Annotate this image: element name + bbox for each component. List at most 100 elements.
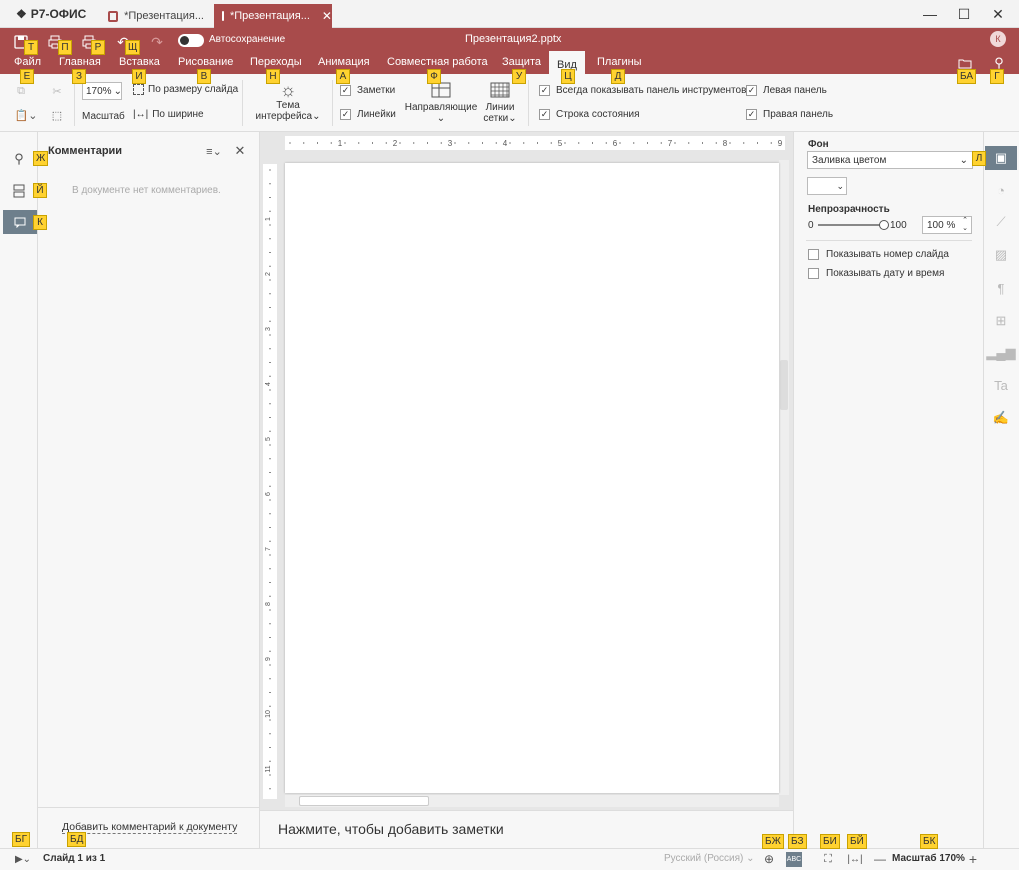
horizontal-scrollbar[interactable] bbox=[285, 795, 779, 807]
opacity-slider-thumb[interactable] bbox=[879, 220, 889, 230]
show-slide-number-checkbox[interactable]: Показывать номер слайда bbox=[808, 249, 949, 260]
tab-presentation-1[interactable]: *Презентация... bbox=[100, 4, 212, 28]
slides-icon[interactable] bbox=[10, 182, 28, 200]
language-select[interactable]: Русский (Россия) ⌄ bbox=[664, 853, 755, 864]
hotkey-badge: БИ bbox=[820, 834, 840, 849]
theme-button[interactable]: ☼ Тема интерфейса⌄ bbox=[250, 80, 326, 122]
ruler-tick-label: 11 bbox=[265, 765, 272, 772]
hotkey-badge: Н bbox=[266, 69, 280, 84]
paragraph-settings-icon[interactable]: ¶ bbox=[983, 276, 1019, 300]
fit-width-button[interactable]: |↔| По ширине bbox=[133, 109, 204, 120]
background-label: Фон bbox=[808, 139, 829, 150]
copy-icon[interactable]: ⧉ bbox=[12, 82, 30, 100]
status-bar-checkbox[interactable]: ✓ Строка состояния bbox=[539, 109, 640, 120]
hotkey-badge: Ц bbox=[561, 69, 575, 84]
opacity-max: 100 bbox=[890, 220, 907, 231]
zoom-in-icon[interactable]: + bbox=[966, 851, 980, 867]
maximize-button[interactable]: ☐ bbox=[947, 0, 981, 28]
notes-checkbox[interactable]: ✓ Заметки bbox=[340, 85, 395, 96]
fit-slide-icon bbox=[133, 84, 144, 95]
close-window-button[interactable]: ✕ bbox=[981, 0, 1015, 28]
menu-plugins[interactable]: Плагины bbox=[597, 56, 642, 68]
ruler-tick-label: 2 bbox=[265, 272, 272, 276]
hotkey-badge: Г bbox=[990, 69, 1004, 84]
menu-insert[interactable]: Вставка bbox=[119, 56, 160, 68]
slide-settings-icon[interactable]: ▣ bbox=[985, 146, 1017, 170]
slide[interactable] bbox=[285, 163, 779, 793]
rulers-checkbox[interactable]: ✓ Линейки bbox=[340, 109, 396, 120]
opacity-slider-track[interactable] bbox=[818, 220, 889, 230]
zoom-select[interactable]: 170% ⌄ bbox=[82, 82, 122, 100]
chart-settings-icon[interactable]: ⟋ bbox=[983, 210, 1019, 234]
cut-icon[interactable]: ✂ bbox=[48, 82, 66, 100]
check-icon: ✓ bbox=[539, 85, 550, 96]
close-tab-icon[interactable]: ✕ bbox=[322, 9, 332, 23]
avatar[interactable]: К bbox=[990, 31, 1006, 47]
menu-protection[interactable]: Защита bbox=[502, 56, 541, 68]
ruler-tick-label: 9 bbox=[265, 657, 272, 661]
vertical-ruler: 1 2 3 4 5 6 7 8 9 10 11 bbox=[263, 164, 277, 799]
comments-panel: Комментарии ≡⌄ ✕ В документе нет коммент… bbox=[38, 132, 260, 848]
hotkey-badge: БГ bbox=[12, 832, 30, 847]
sort-icon[interactable]: ≡⌄ bbox=[202, 143, 226, 159]
hotkey-badge: Ж bbox=[33, 151, 49, 166]
hotkey-badge: З bbox=[72, 69, 86, 84]
fill-select[interactable]: Заливка цветом ⌄ bbox=[807, 151, 973, 169]
color-picker[interactable]: ⌄ bbox=[807, 177, 847, 195]
always-show-toolbar-checkbox[interactable]: ✓ Всегда показывать панель инструментов bbox=[539, 85, 746, 96]
search-icon[interactable]: ⚲ bbox=[10, 150, 28, 168]
presentation-icon bbox=[222, 11, 224, 21]
left-sidebar: ⚲ bbox=[0, 132, 38, 848]
vertical-scrollbar[interactable] bbox=[779, 160, 789, 795]
add-comment-link[interactable]: Добавить комментарий к документу bbox=[62, 821, 238, 834]
menu-collaboration[interactable]: Совместная работа bbox=[387, 56, 488, 68]
menu-draw[interactable]: Рисование bbox=[178, 56, 233, 68]
guides-icon bbox=[431, 82, 451, 98]
close-icon[interactable]: ✕ bbox=[232, 143, 248, 159]
select-all-icon[interactable]: ⬚ bbox=[48, 106, 66, 124]
spinner-icon[interactable]: ⌃ ⌄ bbox=[962, 217, 968, 233]
fit-slide-icon[interactable]: ⛶ bbox=[821, 852, 835, 866]
right-panel-checkbox[interactable]: ✓ Правая панель bbox=[746, 109, 833, 120]
fit-width-icon[interactable]: |↔| bbox=[846, 852, 864, 866]
slide-counter: Слайд 1 из 1 bbox=[43, 853, 106, 864]
image-settings-icon[interactable]: ▨ bbox=[983, 243, 1019, 267]
tab-presentation-2[interactable]: *Презентация... ✕ bbox=[214, 4, 332, 28]
hotkey-badge: П bbox=[58, 40, 72, 55]
slideshow-button[interactable]: ▶⌄ bbox=[10, 852, 36, 867]
menu-file[interactable]: Файл bbox=[14, 56, 41, 68]
ruler-tick-label: 4 bbox=[265, 382, 272, 386]
fit-width-icon: |↔| bbox=[133, 109, 149, 120]
gridlines-button[interactable]: Линии сетки⌄ bbox=[480, 82, 520, 124]
sun-icon: ☼ bbox=[279, 80, 297, 100]
ruler-tick-label: 5 bbox=[558, 139, 563, 148]
menu-animation[interactable]: Анимация bbox=[318, 56, 370, 68]
fit-slide-button[interactable]: По размеру слайда bbox=[133, 84, 238, 95]
zoom-out-icon[interactable]: — bbox=[874, 852, 886, 866]
textart-settings-icon[interactable]: Ta bbox=[983, 373, 1019, 397]
hotkey-badge: БД bbox=[67, 832, 87, 847]
menu-home[interactable]: Главная bbox=[59, 56, 101, 68]
redo-icon[interactable]: ↷ bbox=[148, 33, 166, 51]
signature-settings-icon[interactable]: ✍ bbox=[983, 406, 1019, 430]
menu-transitions[interactable]: Переходы bbox=[250, 56, 302, 68]
left-panel-checkbox[interactable]: ✓ Левая панель bbox=[746, 85, 827, 96]
show-date-checkbox[interactable]: Показывать дату и время bbox=[808, 268, 944, 279]
check-icon: ✓ bbox=[539, 109, 550, 120]
spellcheck-icon[interactable]: ABC bbox=[786, 852, 802, 867]
table-settings-icon[interactable]: ⊞ bbox=[983, 309, 1019, 333]
check-icon: ✓ bbox=[746, 85, 757, 96]
comments-icon[interactable] bbox=[3, 210, 37, 234]
language-icon[interactable]: ⊕ bbox=[762, 852, 776, 866]
minimize-button[interactable]: — bbox=[913, 0, 947, 28]
opacity-input[interactable]: 100 % ⌃ ⌄ bbox=[922, 216, 972, 234]
notes-area[interactable]: Нажмите, чтобы добавить заметки bbox=[260, 810, 793, 848]
shape-settings-icon[interactable]: ◔ bbox=[983, 178, 1019, 202]
grid-icon bbox=[490, 82, 510, 98]
opacity-label: Непрозрачность bbox=[808, 204, 890, 215]
autosave-toggle[interactable] bbox=[178, 34, 204, 47]
chart-icon[interactable]: ▂▄▆ bbox=[983, 341, 1019, 365]
hotkey-badge: К bbox=[33, 215, 47, 230]
guides-button[interactable]: Направляющие ⌄ bbox=[405, 82, 477, 124]
paste-icon[interactable]: 📋⌄ bbox=[12, 106, 40, 124]
